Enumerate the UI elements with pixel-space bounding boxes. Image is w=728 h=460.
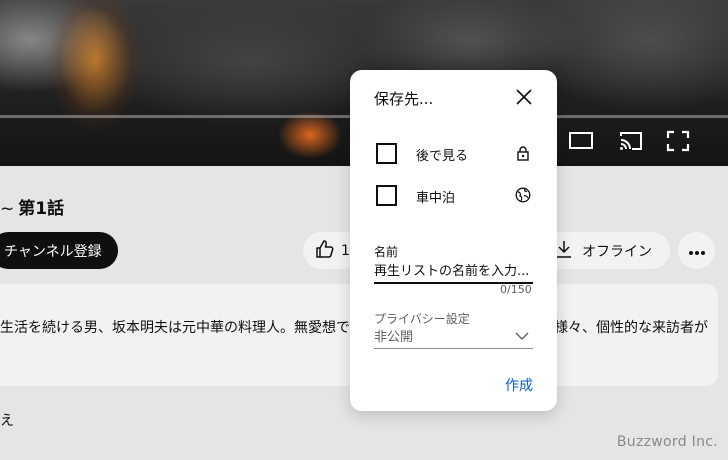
watch-later-checkbox[interactable] [376, 143, 397, 164]
description-text-left: 生活を続ける男、坂本明夫は元中華の料理人。無愛想で [0, 320, 350, 336]
playlist-item-watch-later[interactable]: 後で見る [374, 142, 544, 166]
watermark: Buzzword Inc. [616, 434, 718, 450]
subscribe-button[interactable]: チャンネル登録 [0, 232, 118, 269]
privacy-value: 非公開 [374, 330, 414, 345]
thumbs-up-icon [315, 239, 335, 263]
dialog-title: 保存先... [374, 90, 434, 108]
title-prefix: ~ [0, 199, 15, 219]
title-text: 第1話 [18, 199, 65, 219]
lock-icon [515, 145, 531, 161]
privacy-select[interactable]: 非公開 [374, 326, 533, 349]
save-to-playlist-dialog: 保存先... 後で見る 車中泊 名前 0/150 プライバシー設定 非公開 作成 [350, 70, 557, 411]
offline-download-button[interactable]: オフライン [540, 232, 670, 269]
privacy-label: プライバシー設定 [374, 312, 470, 326]
subscribe-label: チャンネル登録 [4, 243, 102, 260]
playlist-label: 後で見る [416, 149, 469, 164]
description-text-right: 様々、個性的な来訪者が [554, 320, 708, 336]
playlist-name-input[interactable] [374, 260, 533, 284]
miniplayer-icon[interactable] [568, 130, 594, 152]
playlist-label: 車中泊 [416, 191, 456, 206]
create-button[interactable]: 作成 [505, 375, 533, 395]
more-actions-button[interactable] [678, 232, 715, 269]
shachuhaku-checkbox[interactable] [376, 185, 397, 206]
video-title: ~ 第1話 [0, 194, 64, 219]
download-icon [556, 240, 572, 262]
comment-snippet: え [0, 413, 14, 429]
close-icon[interactable] [514, 87, 534, 107]
like-count: 1 [341, 242, 350, 259]
offline-label: オフライン [582, 243, 652, 260]
fullscreen-icon[interactable] [665, 130, 691, 152]
chevron-down-icon [515, 329, 529, 343]
globe-icon [515, 187, 531, 203]
more-horiz-icon [688, 241, 706, 260]
cast-icon[interactable] [618, 130, 644, 152]
name-field-label: 名前 [374, 245, 399, 259]
name-char-counter: 0/150 [500, 283, 532, 296]
playlist-item-shachuhaku[interactable]: 車中泊 [374, 184, 544, 208]
